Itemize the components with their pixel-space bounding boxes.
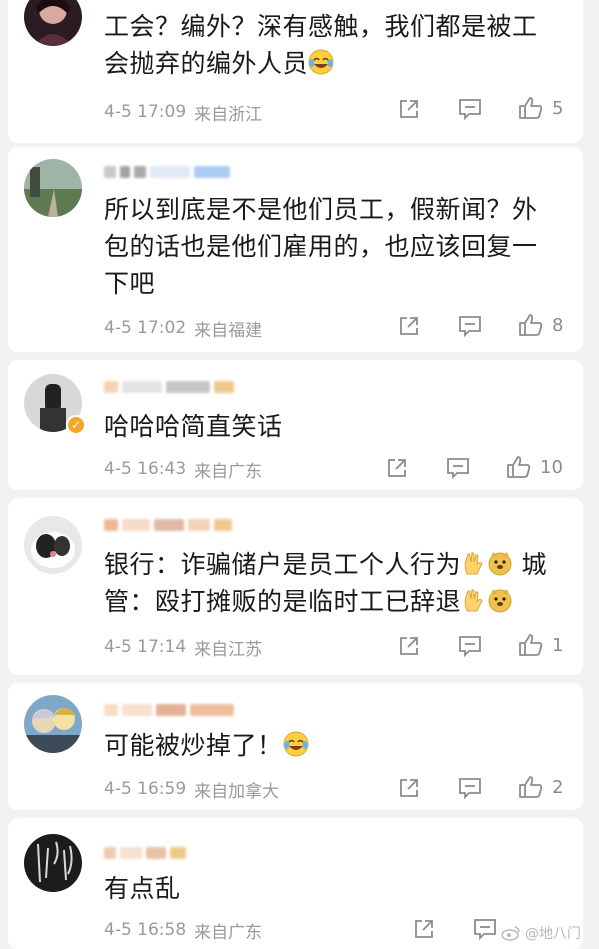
share-icon [400, 100, 418, 118]
share-button[interactable] [398, 315, 420, 337]
comment-time: 4-5 16:58 [104, 920, 187, 940]
comment-time: 4-5 16:43 [104, 459, 187, 479]
like-count: 10 [540, 456, 563, 478]
comment-location: 来自福建 [194, 320, 263, 341]
like-count: 2 [552, 776, 564, 798]
like-count: 1 [552, 634, 564, 656]
comment-feed: 工会？编外？深有感触，我们都是被工会抛弃的编外人员 4-5 17:09 来自浙江… [0, 0, 599, 949]
share-button[interactable] [398, 635, 420, 657]
user-name-redacted[interactable] [104, 842, 186, 864]
comment-icon [459, 636, 481, 657]
share-icon [400, 637, 418, 655]
share-button[interactable] [386, 457, 408, 479]
comment-icon [459, 99, 481, 120]
thumbs-up-icon [519, 314, 543, 336]
comment-text: 哈哈哈简直笑话 [104, 412, 283, 441]
like-count: 8 [552, 314, 564, 336]
like-button[interactable]: 8 [518, 313, 563, 337]
watermark-text: @地八门 [525, 926, 581, 942]
comment-button[interactable] [473, 918, 497, 940]
user-avatar[interactable] [24, 159, 82, 217]
comment-icon [447, 458, 469, 479]
share-button[interactable] [398, 98, 420, 120]
comment-meta: 4-5 16:43 来自广东 [104, 457, 263, 482]
comment-meta: 4-5 16:59 来自加拿大 [104, 777, 280, 802]
user-name-redacted[interactable] [104, 161, 230, 183]
user-avatar[interactable] [24, 0, 82, 46]
comment-card: 工会？编外？深有感触，我们都是被工会抛弃的编外人员 4-5 17:09 来自浙江… [8, 0, 583, 143]
comment-time: 4-5 16:59 [104, 779, 187, 799]
like-button[interactable]: 5 [518, 96, 563, 120]
comment-meta: 4-5 17:14 来自江苏 [104, 635, 263, 660]
comment-text: 所以到底是不是他们员工，假新闻？外包的话也是他们雇用的，也应该回复一下吧 [104, 195, 538, 298]
share-button[interactable] [398, 777, 420, 799]
comment-text: 工会？编外？深有感触，我们都是被工会抛弃的编外人员 [104, 12, 538, 78]
comment-time: 4-5 17:09 [104, 102, 187, 122]
comment-card: 有点乱 4-5 16:58 来自广东 [8, 818, 583, 949]
comment-button[interactable] [458, 635, 482, 657]
comment-button[interactable] [458, 777, 482, 799]
comment-button[interactable] [458, 315, 482, 337]
comment-card: 所以到底是不是他们员工，假新闻？外包的话也是他们雇用的，也应该回复一下吧 4-5… [8, 147, 583, 352]
weibo-watermark: @地八门 [501, 923, 581, 943]
comment-location: 来自浙江 [194, 104, 263, 125]
comment-location: 来自加拿大 [194, 781, 280, 802]
verified-badge: ✓ [66, 415, 86, 435]
comment-icon [474, 919, 496, 940]
share-icon [400, 317, 418, 335]
comment-time: 4-5 17:14 [104, 637, 187, 657]
thumbs-up-icon [519, 634, 543, 656]
thumbs-up-icon [519, 97, 543, 119]
comment-meta: 4-5 16:58 来自广东 [104, 918, 263, 943]
ok-hand-emoji [461, 587, 487, 613]
user-name-redacted[interactable] [104, 699, 234, 721]
doge-emoji [487, 550, 513, 576]
comment-meta: 4-5 17:09 来自浙江 [104, 100, 263, 125]
comment-text: 银行：诈骗储户是员工个人行为 城管：殴打摊贩的是临时工已辞退 [104, 550, 547, 616]
thumbs-up-icon [519, 776, 543, 798]
user-avatar[interactable] [24, 516, 82, 574]
laughing-crying-emoji [283, 731, 309, 757]
user-avatar[interactable] [24, 695, 82, 753]
comment-location: 来自江苏 [194, 639, 263, 660]
comment-card: ✓ 哈哈哈简直笑话 4-5 16:43 来自广东 10 [8, 360, 583, 490]
comment-location: 来自广东 [194, 461, 263, 482]
share-button[interactable] [413, 918, 435, 940]
laughing-crying-emoji [308, 49, 334, 75]
comment-text: 有点乱 [104, 874, 181, 903]
comment-meta: 4-5 17:02 来自福建 [104, 316, 263, 341]
comment-location: 来自广东 [194, 922, 263, 943]
comment-button[interactable] [446, 457, 470, 479]
thumbs-up-icon [507, 456, 531, 478]
user-name-redacted[interactable] [104, 376, 234, 398]
user-avatar[interactable] [24, 834, 82, 892]
comment-icon [459, 778, 481, 799]
comment-card: 银行：诈骗储户是员工个人行为 城管：殴打摊贩的是临时工已辞退 4-5 17:14… [8, 498, 583, 675]
like-button[interactable]: 1 [518, 633, 563, 657]
share-icon [388, 459, 406, 477]
user-name-redacted[interactable] [104, 514, 232, 536]
comment-icon [459, 316, 481, 337]
weibo-logo-icon [501, 926, 520, 941]
share-icon [400, 779, 418, 797]
like-button[interactable]: 10 [506, 455, 563, 479]
share-icon [415, 920, 433, 938]
comment-text: 可能被炒掉了！ [104, 727, 559, 764]
comment-button[interactable] [458, 98, 482, 120]
ok-hand-emoji [461, 550, 487, 576]
doge-emoji [487, 587, 513, 613]
like-count: 5 [552, 97, 564, 119]
comment-time: 4-5 17:02 [104, 318, 187, 338]
like-button[interactable]: 2 [518, 775, 563, 799]
comment-card: 可能被炒掉了！ 4-5 16:59 来自加拿大 2 [8, 683, 583, 810]
